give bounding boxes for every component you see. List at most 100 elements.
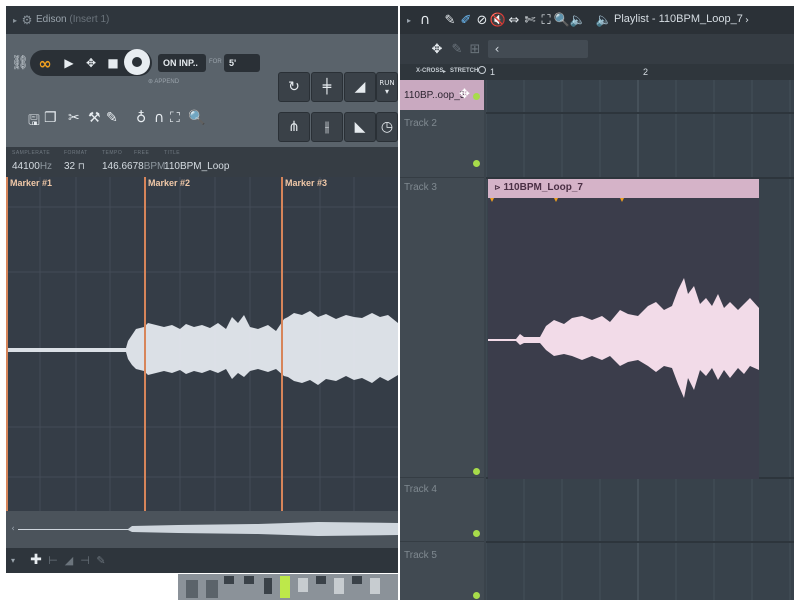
convert-icon[interactable]: ♁ bbox=[136, 110, 146, 126]
pen-icon[interactable]: ✎ bbox=[106, 110, 118, 126]
track-1-header[interactable]: 110BP..oop_5 ✥ Track 2 bbox=[400, 80, 484, 178]
track-3-dot[interactable] bbox=[473, 468, 480, 475]
for-label: FOR bbox=[209, 59, 222, 65]
save-icon[interactable]: 🖫 bbox=[28, 110, 40, 134]
noise-icon[interactable]: ∩ bbox=[154, 110, 164, 126]
waveform-overview-scrollbar[interactable]: ‹ bbox=[6, 511, 398, 548]
record-mode-select[interactable]: ON INP.. bbox=[158, 54, 206, 72]
audio-clip-name: 110BPM_Loop_7 bbox=[503, 182, 583, 193]
split-button[interactable]: ⋔ bbox=[278, 112, 310, 142]
loop-icon[interactable]: ∞ bbox=[34, 52, 56, 74]
playlist-titlebar: ▸ ∩ ✎ ✐ ⊘ 🔇 ⇔ ✄ ⛶ 🔍 🔈 🔈 Playlist - 110BP… bbox=[400, 6, 794, 34]
dropdown-arrow-icon[interactable]: ▾ bbox=[8, 554, 18, 566]
draw-tool-icon[interactable]: ✎ bbox=[442, 11, 458, 29]
crossfade-arrow-icon: ▸ bbox=[443, 69, 447, 75]
track-3-header[interactable]: Track 3 bbox=[400, 178, 484, 478]
marker-1-line[interactable] bbox=[6, 177, 8, 511]
left-chevron-icon[interactable]: ‹ bbox=[492, 41, 502, 57]
trim-button[interactable]: ⫲ bbox=[311, 112, 343, 142]
pencil-icon[interactable]: ✎ bbox=[94, 552, 108, 568]
pencil-icon[interactable]: ✎ bbox=[448, 40, 466, 58]
tempo-value[interactable]: 146.6678BPM bbox=[102, 161, 165, 172]
record-icon bbox=[132, 57, 142, 67]
split-icon: ⋔ bbox=[288, 119, 300, 135]
crosshair-icon[interactable]: ✥ bbox=[428, 40, 446, 58]
start-marker-icon[interactable]: ⊢ bbox=[46, 552, 60, 568]
marker-2-line[interactable] bbox=[144, 177, 146, 511]
track-4-dot[interactable] bbox=[473, 530, 480, 537]
free-label: FREE bbox=[134, 150, 150, 156]
audio-clip-header[interactable]: ⊳ 110BPM_Loop_7 bbox=[488, 179, 759, 198]
grid-icon[interactable]: ⊞ bbox=[466, 40, 484, 58]
time-stretch-button[interactable]: ◷ bbox=[376, 112, 398, 142]
marker-1-label[interactable]: Marker #1 bbox=[10, 178, 52, 188]
audio-clip[interactable] bbox=[488, 198, 759, 479]
track-4-header[interactable]: Track 4 bbox=[400, 478, 484, 542]
sample-title-value: 110BPM_Loop bbox=[164, 161, 230, 172]
link-icon[interactable]: ⛓ bbox=[11, 54, 29, 72]
playback-tool-icon[interactable]: 🔈 bbox=[570, 11, 586, 29]
track-5-name: Track 5 bbox=[404, 550, 437, 561]
scroll-left-icon[interactable]: ‹ bbox=[8, 523, 18, 535]
select-region-icon[interactable]: ⛶ bbox=[170, 110, 180, 126]
magnet-icon[interactable]: ∩ bbox=[416, 11, 434, 29]
marker-3-line[interactable] bbox=[281, 177, 283, 511]
record-button[interactable] bbox=[124, 49, 150, 75]
select-tool-icon[interactable]: ⛶ bbox=[538, 11, 554, 29]
mute-tool-icon[interactable]: 🔇 bbox=[490, 11, 506, 29]
delete-tool-icon[interactable]: ⊘ bbox=[474, 11, 490, 29]
gear-icon[interactable]: ⚙ bbox=[20, 12, 34, 28]
wrench-icon[interactable]: ⚒ bbox=[88, 110, 101, 126]
track-1-dot[interactable] bbox=[473, 93, 480, 100]
audio-clip-label: ⊳ 110BPM_Loop_7 bbox=[494, 182, 583, 193]
format-icon: ⊓ bbox=[77, 162, 85, 172]
zoom-icon[interactable]: 🔍 bbox=[188, 110, 205, 126]
for-duration-value: 5' bbox=[229, 58, 237, 68]
stop-record-icon[interactable]: ✥ bbox=[80, 52, 102, 74]
overview-waveform bbox=[18, 522, 398, 536]
collapse-arrow-icon[interactable]: ▸ bbox=[10, 14, 20, 26]
stretch-toggle[interactable] bbox=[478, 66, 486, 74]
crosshair-icon[interactable]: ✚ bbox=[28, 552, 44, 568]
bar-number-1: 1 bbox=[490, 67, 496, 77]
stretch-label[interactable]: STRETCH bbox=[450, 68, 478, 74]
normalize-button[interactable]: ╪ bbox=[311, 72, 343, 102]
copy-icon[interactable]: ❐ bbox=[44, 110, 57, 126]
scissors-icon[interactable]: ✂ bbox=[68, 110, 80, 126]
samplerate-number: 44100 bbox=[12, 161, 40, 172]
move-icon[interactable]: ✥ bbox=[459, 87, 470, 102]
crossfade-label[interactable]: X-CROSS bbox=[416, 68, 443, 74]
zoom-tool-icon[interactable]: 🔍 bbox=[554, 11, 570, 29]
track-5-dot[interactable] bbox=[473, 592, 480, 599]
paint-tool-icon[interactable]: ✐ bbox=[458, 11, 474, 29]
collapse-arrow-icon[interactable]: ▸ bbox=[404, 14, 414, 26]
for-duration-field[interactable]: 5' bbox=[224, 54, 260, 72]
edison-title-subtitle: (Insert 1) bbox=[69, 14, 110, 25]
sample-info-bar: SAMPLERATE 44100Hz FORMAT 32 ⊓ TEMPO 146… bbox=[6, 147, 398, 177]
edison-waveform-view[interactable]: Marker #1 Marker #2 Marker #3 bbox=[6, 177, 398, 511]
fade-out-button[interactable]: ◣ bbox=[344, 112, 376, 142]
marker-2-label[interactable]: Marker #2 bbox=[148, 178, 190, 188]
format-number: 32 bbox=[64, 161, 76, 172]
slip-tool-icon[interactable]: ⇔ bbox=[506, 11, 522, 29]
reverse-button[interactable]: ↻ bbox=[278, 72, 310, 102]
run-arrow-icon: ▾ bbox=[384, 86, 389, 96]
append-label: ⊛ APPEND bbox=[148, 79, 180, 85]
marker-3-label[interactable]: Marker #3 bbox=[285, 178, 327, 188]
clock-icon: ◷ bbox=[380, 119, 394, 135]
tempo-number: 146.6678 bbox=[102, 161, 144, 172]
pattern-selector[interactable]: ‹ bbox=[488, 40, 588, 58]
track-5-header[interactable]: Track 5 bbox=[400, 542, 484, 600]
play-icon[interactable]: ▶ bbox=[58, 52, 80, 74]
fade-in-button[interactable]: ◢ bbox=[344, 72, 376, 102]
run-button[interactable]: RUN ▾ bbox=[376, 72, 398, 102]
stop-icon[interactable]: ■ bbox=[102, 52, 124, 74]
mixer-faders[interactable] bbox=[178, 574, 398, 600]
title-arrow-icon[interactable]: › bbox=[742, 14, 752, 26]
slice-tool-icon[interactable]: ✄ bbox=[522, 11, 538, 29]
marker-icon[interactable]: ⊣ bbox=[78, 552, 92, 568]
fade-icon[interactable]: ◢ bbox=[62, 552, 76, 568]
track-2-dot[interactable] bbox=[473, 160, 480, 167]
playlist-toolbar: ✥ ✎ ⊞ ‹ bbox=[400, 34, 794, 64]
samplerate-label: SAMPLERATE bbox=[12, 150, 51, 156]
